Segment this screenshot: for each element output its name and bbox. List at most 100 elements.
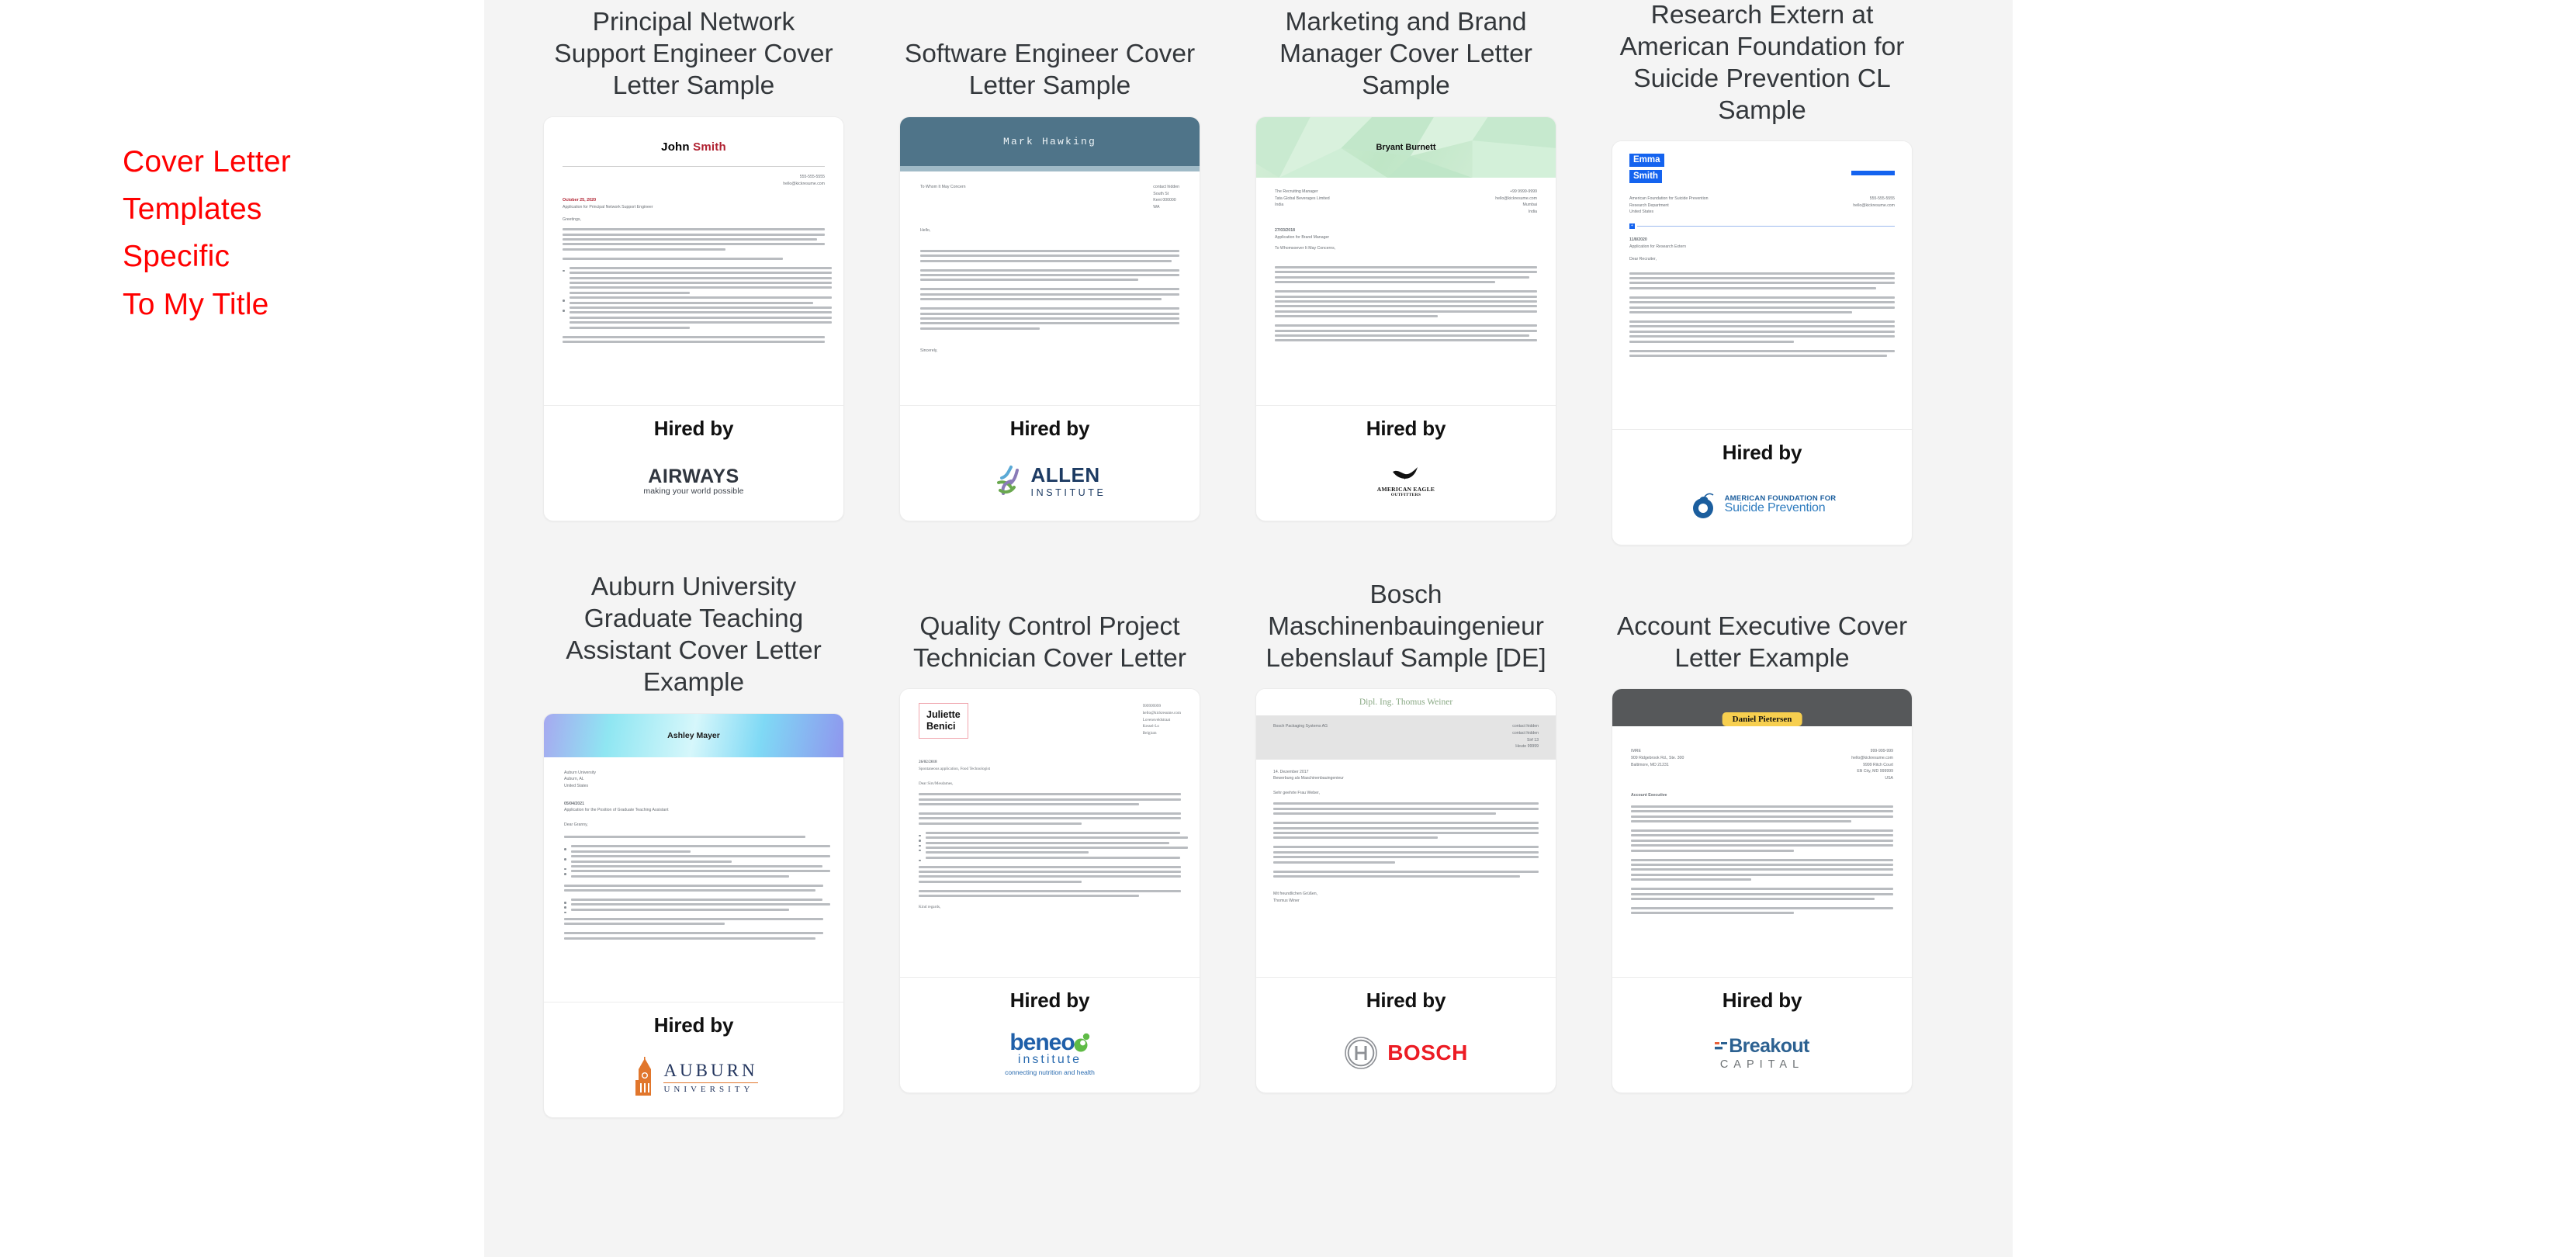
template-card-bosch-maschinenbauingenieur[interactable]: Dipl. Ing. Thomus Weiner Bosch Packaging… xyxy=(1255,688,1556,1094)
hired-by-section: Hired by xyxy=(900,406,1200,521)
document-recipient: Bosch Packaging Systems AG xyxy=(1273,724,1328,729)
template-card-software-engineer[interactable]: Mark Hawking To Whom It May Concern cont… xyxy=(899,116,1200,521)
document-paragraph xyxy=(1629,296,1895,313)
company-name: AIRWAYS xyxy=(648,466,739,487)
hired-by-section: Hired by beneo institute connecting nutr… xyxy=(900,978,1200,1093)
document-date: 05/04/2021 xyxy=(564,801,584,806)
template-cell: Research Extern at American Foundation f… xyxy=(1612,0,1913,546)
applicant-first-name: Emma xyxy=(1629,153,1664,168)
company-sub: institute xyxy=(1017,1052,1082,1066)
hired-by-label: Hired by xyxy=(1722,441,1802,465)
breakout-dashes-icon xyxy=(1715,1042,1728,1050)
template-cell: Quality Control Project Technician Cover… xyxy=(899,572,1200,1117)
document-preview[interactable]: John Smith 555-555-5555 hello@kickresume… xyxy=(544,117,843,406)
document-applicant-name: Ashley Mayer xyxy=(667,730,720,740)
document-contact: +99 9999-9999 hello@kickresume.com Mumba… xyxy=(1495,189,1537,214)
document-preview[interactable]: Mark Hawking To Whom It May Concern cont… xyxy=(900,117,1200,406)
document-closing: Kind regards, xyxy=(919,905,941,910)
company-name: beneo xyxy=(1009,1029,1075,1055)
company-tagline: connecting nutrition and health xyxy=(1005,1068,1095,1076)
hired-by-label: Hired by xyxy=(653,1013,734,1037)
company-tagline: making your world possible xyxy=(643,487,744,496)
document-bullet-list xyxy=(564,899,830,914)
document-preview[interactable]: Ashley Mayer Auburn University Auburn, AL… xyxy=(544,713,843,1002)
document-contact: contact hidden contact hidden Sirf 13 He… xyxy=(1512,724,1539,750)
template-cell: Principal Network Support Engineer Cover… xyxy=(543,0,844,545)
document-paragraph xyxy=(563,228,825,251)
hired-by-section: Hired by AIRWAYS making your world possi… xyxy=(544,406,843,521)
document-applicant-name: Daniel Pietersen xyxy=(1722,712,1802,727)
document-paragraph xyxy=(1631,829,1893,852)
document-paragraph xyxy=(1275,266,1537,284)
document-paragraph xyxy=(920,268,1179,282)
document-subject: Bewerbung als Maschinenbauingenieur xyxy=(1273,776,1344,781)
document-preview[interactable]: Daniel Pietersen IMRE 909 Ridgebrook Rd.… xyxy=(1612,689,1912,978)
plus-icon: + xyxy=(1629,223,1635,229)
document-paragraph xyxy=(1629,349,1895,357)
company-sub: UNIVERSITY xyxy=(663,1085,754,1095)
document-contact: 999999999 hello@kickresume.com Lovensvel… xyxy=(1142,704,1181,736)
page-title-line-3: Specific xyxy=(123,240,230,274)
hired-by-section: Hired by AMERICAN FOUNDATION FOR Suicide… xyxy=(1612,430,1912,545)
document-preview[interactable]: Dipl. Ing. Thomus Weiner Bosch Packaging… xyxy=(1256,689,1556,978)
company-logo-afsp: AMERICAN FOUNDATION FOR Suicide Preventi… xyxy=(1612,465,1912,545)
company-logo-allen-institute: ALLEN INSTITUTE xyxy=(900,441,1200,521)
company-sub: OUTFITTERS xyxy=(1390,492,1421,497)
document-paragraph xyxy=(920,307,1179,330)
document-contact: 555-555-5555 hello@kickresume.com xyxy=(783,175,825,186)
template-card-quality-control-project-technician[interactable]: Juliette Benici 999999999 hello@kickresu… xyxy=(899,688,1200,1094)
company-logo-breakout-capital: Breakout CAPITAL xyxy=(1612,1013,1912,1093)
document-closing: Mit freundlichen Grüßen, xyxy=(1273,892,1318,896)
template-card-auburn-graduate-teaching-assistant[interactable]: Ashley Mayer Auburn University Auburn, AL… xyxy=(543,712,844,1118)
document-header-band: Dipl. Ing. Thomus Weiner xyxy=(1256,689,1556,716)
document-paragraph xyxy=(919,812,1181,825)
document-paragraph xyxy=(1629,272,1895,289)
document-contact: contact hidden South St Kent 000000 WA xyxy=(1153,185,1179,210)
beneo-bubble-icon xyxy=(1074,1033,1089,1052)
template-title: Bosch Maschinenbauingenieur Lebenslauf S… xyxy=(1265,580,1546,673)
document-paragraph xyxy=(1275,290,1537,318)
document-subject: Application for the Position of Graduate… xyxy=(564,808,669,813)
document-preview[interactable]: Juliette Benici 999999999 hello@kickresu… xyxy=(900,689,1200,978)
document-paragraph xyxy=(563,257,825,260)
document-preview[interactable]: Emma Smith American Foundation for Suici… xyxy=(1612,141,1912,431)
page-title: Cover Letter Templates Specific To My Ti… xyxy=(123,138,448,328)
document-preview[interactable]: Bryant Burnett The Recruiting Manager Ta… xyxy=(1256,117,1556,406)
eagle-icon xyxy=(1392,466,1418,480)
document-header-band: Daniel Pietersen xyxy=(1612,689,1912,727)
hired-by-label: Hired by xyxy=(1009,989,1090,1013)
document-paragraph xyxy=(1273,846,1539,864)
template-card-research-extern[interactable]: Emma Smith American Foundation for Suici… xyxy=(1612,140,1913,546)
document-header-band: Ashley Mayer xyxy=(544,713,843,757)
template-cell: Marketing and Brand Manager Cover Letter… xyxy=(1255,0,1556,545)
hired-by-section: Hired by xyxy=(544,1002,843,1117)
hired-by-section: Hired by AMERICAN EAGLE OUTFITTERS xyxy=(1256,406,1556,521)
template-grid: Principal Network Support Engineer Cover… xyxy=(543,0,1955,1118)
template-card-marketing-brand-manager[interactable]: Bryant Burnett The Recruiting Manager Ta… xyxy=(1255,116,1556,521)
document-paragraph xyxy=(1631,858,1893,881)
hired-by-label: Hired by xyxy=(653,417,734,440)
allen-mark-icon xyxy=(996,465,1019,495)
company-logo-bosch: BOSCH xyxy=(1256,1013,1556,1093)
document-contact: Auburn University Auburn, AL United States xyxy=(564,770,596,789)
hired-by-label: Hired by xyxy=(1366,989,1446,1013)
clocktower-icon xyxy=(635,1057,652,1096)
page-title-line-1: Cover Letter xyxy=(123,145,291,178)
document-date: 11/8/2020 xyxy=(1629,237,1647,242)
template-card-principal-network-support-engineer[interactable]: John Smith 555-555-5555 hello@kickresume… xyxy=(543,116,844,521)
document-paragraph xyxy=(1631,906,1893,915)
applicant-last-name: Benici xyxy=(926,721,956,732)
company-logo-beneo-institute: beneo institute connecting nutrition and… xyxy=(900,1013,1200,1093)
document-salutation: Dear Granny, xyxy=(564,822,588,827)
template-card-account-executive[interactable]: Daniel Pietersen IMRE 909 Ridgebrook Rd.… xyxy=(1612,688,1913,1094)
document-subject: Spontaneous application, Food Technologi… xyxy=(919,767,991,772)
document-paragraph xyxy=(564,884,823,892)
document-bullet-list xyxy=(564,845,830,878)
document-paragraph xyxy=(564,836,823,839)
document-applicant-name: Bryant Burnett xyxy=(1376,143,1436,152)
document-paragraph xyxy=(920,249,1179,262)
hired-by-label: Hired by xyxy=(1722,989,1802,1013)
document-paragraph xyxy=(1629,320,1895,343)
template-title: Research Extern at American Foundation f… xyxy=(1619,1,1905,125)
template-title: Account Executive Cover Letter Example xyxy=(1616,611,1908,673)
